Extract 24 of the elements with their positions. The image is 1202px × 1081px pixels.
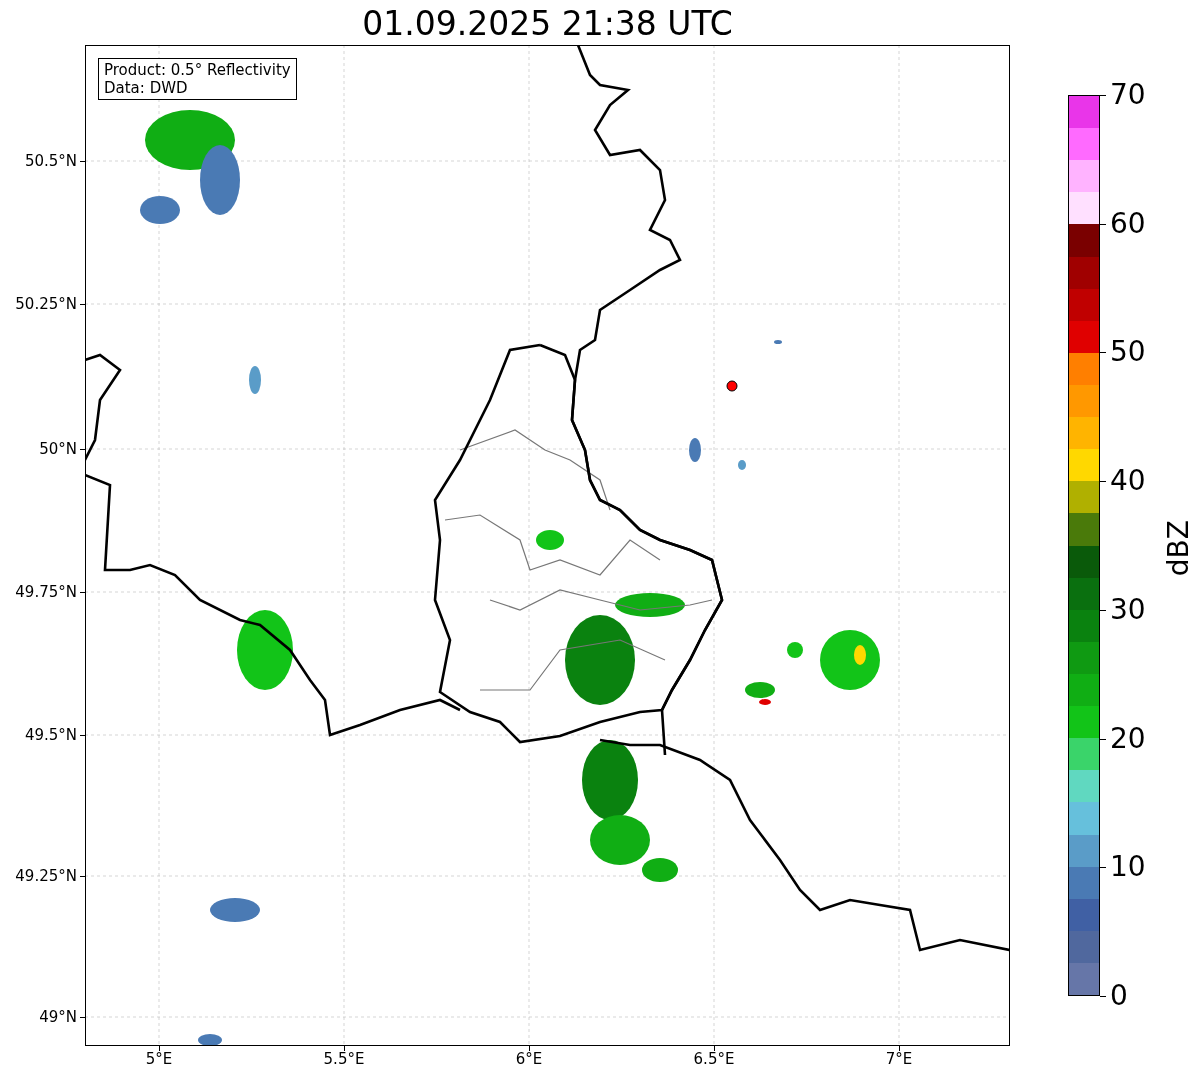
chart-title: 01.09.2025 21:38 UTC — [361, 4, 734, 44]
colorbar-tick-label: 20 — [1110, 722, 1146, 755]
axis-tick-label: 5°E — [145, 1050, 173, 1068]
axis-tick-label: 49.25°N — [15, 867, 77, 885]
colorbar-tick-label: 0 — [1110, 980, 1128, 1012]
colorbar-label: dBZ — [1163, 520, 1195, 577]
colorbar-tick-label: 30 — [1110, 593, 1146, 626]
axis-tick-label: 50.5°N — [24, 152, 77, 170]
axis-tick-label: 49.5°N — [24, 726, 77, 744]
colorbar-tick-label: 10 — [1110, 851, 1146, 884]
axis-tick-label: 7°E — [885, 1050, 913, 1068]
axis-tick-label: 49.75°N — [15, 583, 77, 601]
colorbar-tick-label: 60 — [1110, 207, 1146, 240]
colorbar-tick-label: 70 — [1110, 79, 1146, 111]
axis-tick-label: 5.5°E — [323, 1050, 365, 1068]
colorbar-tick-label: 40 — [1110, 465, 1146, 498]
axis-tick-label: 49°N — [39, 1008, 77, 1026]
axis-tick-label: 50.25°N — [15, 295, 77, 313]
axis-tick-label: 6°E — [515, 1050, 543, 1068]
axis-tick-label: 6.5°E — [693, 1050, 735, 1068]
legend-text: Data: DWD — [104, 79, 189, 97]
colorbar-tick-label: 50 — [1110, 336, 1146, 369]
axis-tick-label: 50°N — [39, 440, 77, 458]
legend-text: Product: 0.5° Reflectivity — [104, 61, 291, 79]
